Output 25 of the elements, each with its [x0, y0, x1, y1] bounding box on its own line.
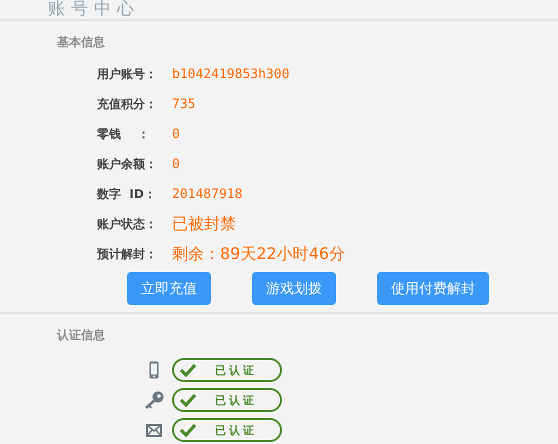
action-button[interactable]: 游戏划拨 — [252, 272, 336, 305]
mail-icon — [146, 424, 162, 436]
status-badge: 已认证 — [172, 388, 282, 412]
field-value: b1042419853h300 — [172, 66, 290, 82]
field-label: 充值积分： — [97, 96, 158, 112]
section-heading: 认证信息 — [56, 327, 106, 343]
field-value: 0 — [172, 126, 180, 142]
field-value: 已被封禁 — [172, 214, 236, 234]
action-button[interactable]: 使用付费解封 — [377, 272, 489, 305]
field-label: 账户状态： — [97, 216, 158, 232]
field-value: 201487918 — [172, 186, 242, 202]
key-icon — [144, 391, 164, 409]
field-label: 预计解封： — [97, 246, 158, 262]
field-label: 账户余额： — [97, 156, 158, 172]
action-button[interactable]: 立即充值 — [127, 272, 211, 305]
phone-icon — [149, 361, 159, 379]
field-value: 剩余：89天22小时46分 — [172, 244, 346, 264]
field-label: 零钱 ： — [97, 126, 151, 142]
status-badge: 已认证 — [172, 418, 282, 442]
section-heading: 基本信息 — [56, 34, 106, 50]
field-value: 0 — [172, 156, 180, 172]
status-badge: 已认证 — [172, 358, 282, 382]
field-value: 735 — [172, 96, 196, 112]
field-label: 数字 ID： — [97, 186, 157, 202]
field-label: 用户账号： — [97, 66, 158, 82]
